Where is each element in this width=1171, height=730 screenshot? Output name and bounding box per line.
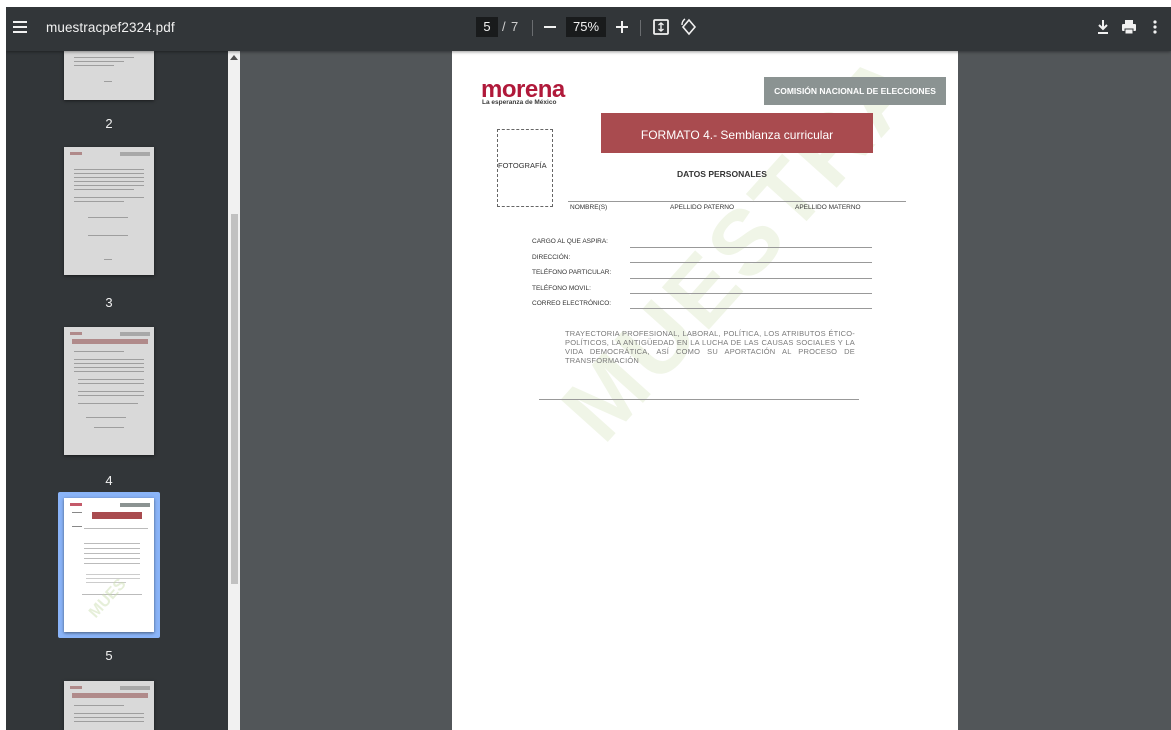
- menu-icon[interactable]: [13, 20, 29, 34]
- field-label: CARGO AL QUE ASPIRA:: [532, 238, 608, 245]
- commission-banner: COMISIÓN NACIONAL DE ELECCIONES: [764, 77, 946, 105]
- thumbnail-label: 5: [105, 648, 113, 663]
- fit-to-page-button[interactable]: [649, 15, 673, 39]
- rotate-icon: [681, 18, 697, 36]
- thumbnail-page[interactable]: [64, 681, 154, 730]
- field-label: TELÉFONO MOVIL:: [532, 285, 591, 292]
- maternal-surname-label: APELLIDO MATERNO: [795, 204, 861, 211]
- thumbnail-page[interactable]: [64, 51, 154, 100]
- rotate-button[interactable]: [677, 15, 701, 39]
- field-underline: [630, 308, 872, 309]
- pdf-viewer: muestracpef2324.pdf 5 / 7 75% 2 3 4 MUES…: [6, 7, 1171, 730]
- page-number-input[interactable]: 5: [476, 17, 498, 37]
- section-title: DATOS PERSONALES: [677, 169, 767, 179]
- thumbnail-label: 4: [105, 473, 113, 488]
- minus-icon: [544, 26, 556, 28]
- page-separator: /: [502, 19, 506, 34]
- form-title-banner: FORMATO 4.- Semblanza curricular: [601, 113, 873, 153]
- logo-tagline: La esperanza de México: [482, 99, 557, 106]
- thumbnail-sidebar: 2 3 4 MUES 5: [6, 51, 228, 730]
- thumbnail-label: 3: [105, 295, 113, 310]
- zoom-out-button[interactable]: [538, 15, 562, 39]
- trajectory-underline: [539, 399, 859, 400]
- toolbar: muestracpef2324.pdf 5 / 7 75%: [6, 7, 1171, 51]
- name-label: NOMBRE(S): [570, 204, 608, 211]
- more-options-button[interactable]: [1143, 15, 1167, 39]
- download-icon: [1098, 20, 1108, 34]
- document-page: MUESTRA morena La esperanza de México CO…: [452, 51, 958, 730]
- field-underline: [630, 262, 872, 263]
- more-vert-icon: [1153, 20, 1157, 34]
- field-label: CORREO ELECTRÓNICO:: [532, 300, 612, 307]
- field-label: DIRECCIÓN:: [532, 254, 571, 261]
- page-total: 7: [511, 19, 519, 34]
- toolbar-divider: [532, 20, 533, 36]
- name-underline: [568, 201, 906, 202]
- photo-label: FOTOGRAFÍA: [498, 161, 547, 170]
- thumbnail-page-selected[interactable]: MUES: [64, 498, 154, 632]
- plus-icon: [616, 21, 628, 33]
- scroll-up-arrow-icon[interactable]: [230, 55, 238, 60]
- print-icon: [1122, 20, 1136, 35]
- fit-page-icon: [653, 19, 669, 35]
- toolbar-divider: [640, 20, 641, 36]
- download-button[interactable]: [1091, 15, 1115, 39]
- field-underline: [630, 278, 872, 279]
- thumbnail-page[interactable]: [64, 147, 154, 275]
- thumbnail-page[interactable]: [64, 327, 154, 455]
- sidebar-scrollbar-thumb[interactable]: [231, 214, 238, 584]
- document-title: muestracpef2324.pdf: [46, 20, 175, 35]
- field-label: TELÉFONO PARTICULAR:: [532, 269, 612, 276]
- zoom-input[interactable]: 75%: [566, 17, 606, 37]
- zoom-in-button[interactable]: [610, 15, 634, 39]
- thumbnail-label: 2: [105, 116, 113, 131]
- trajectory-paragraph: TRAYECTORIA PROFESIONAL, LABORAL, POLÍTI…: [565, 329, 855, 365]
- field-underline: [630, 247, 872, 248]
- print-button[interactable]: [1117, 15, 1141, 39]
- paternal-surname-label: APELLIDO PATERNO: [670, 204, 735, 211]
- field-underline: [630, 293, 872, 294]
